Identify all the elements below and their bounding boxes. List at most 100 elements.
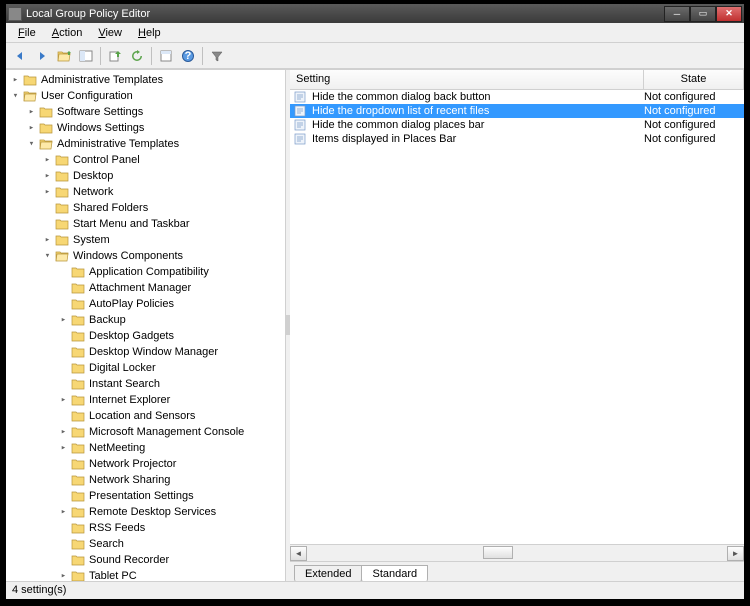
tree-admin-templates[interactable]: ▾ Administrative Templates [26,136,285,152]
menu-file[interactable]: File [10,25,44,41]
folder-icon [71,522,85,534]
tree-rds[interactable]: ▸Remote Desktop Services [58,504,285,520]
list-row[interactable]: Hide the common dialog places barNot con… [290,118,744,132]
list-row[interactable]: Items displayed in Places BarNot configu… [290,132,744,146]
maximize-button[interactable]: ▭ [690,6,716,22]
tree-start-menu[interactable]: ▸Start Menu and Taskbar [42,216,285,232]
tree-control-panel[interactable]: ▸Control Panel [42,152,285,168]
minimize-button[interactable]: ─ [664,6,690,22]
tree-shared-folders[interactable]: ▸Shared Folders [42,200,285,216]
list-row[interactable]: Hide the dropdown list of recent filesNo… [290,104,744,118]
tab-standard[interactable]: Standard [361,565,428,581]
tree-mmc[interactable]: ▸Microsoft Management Console [58,424,285,440]
col-header-setting[interactable]: Setting [290,70,644,89]
body: ▸Administrative Templates▾User Configura… [6,69,744,581]
tree-label: Network [73,186,113,198]
tree-search[interactable]: ▸Search [58,536,285,552]
expand-icon[interactable]: ▾ [26,139,37,150]
expand-icon[interactable]: ▾ [42,251,53,262]
folder-icon [71,474,85,486]
setting-state: Not configured [644,119,744,131]
tree-presentation[interactable]: ▸Presentation Settings [58,488,285,504]
tree-network[interactable]: ▸ Network [42,184,285,200]
expand-icon[interactable]: ▾ [10,91,21,102]
folder-icon [39,122,53,134]
tree-netmeeting[interactable]: ▸NetMeeting [58,440,285,456]
folder-icon [39,138,53,150]
titlebar[interactable]: Local Group Policy Editor ─ ▭ ✕ [6,4,744,23]
tree-autoplay[interactable]: ▸AutoPlay Policies [58,296,285,312]
scroll-right-button[interactable]: ► [727,546,744,561]
list-pane: Setting State Hide the common dialog bac… [290,70,744,581]
tree-label: Desktop [73,170,113,182]
tree-loc_sensors[interactable]: ▸Location and Sensors [58,408,285,424]
tree-app_compat[interactable]: ▸Application Compatibility [58,264,285,280]
list-body[interactable]: Hide the common dialog back buttonNot co… [290,90,744,544]
tree-label: Administrative Templates [57,138,179,150]
scroll-thumb[interactable] [483,546,513,559]
menu-action[interactable]: Action [44,25,91,41]
tree-backup[interactable]: ▸Backup [58,312,285,328]
tree-net_projector[interactable]: ▸Network Projector [58,456,285,472]
close-button[interactable]: ✕ [716,6,742,22]
expand-icon[interactable]: ▸ [58,427,69,438]
folder-icon [55,218,69,230]
list-row[interactable]: Hide the common dialog back buttonNot co… [290,90,744,104]
expand-icon[interactable]: ▸ [26,107,37,118]
up-button[interactable] [54,46,74,66]
forward-button[interactable] [32,46,52,66]
folder-icon [71,490,85,502]
expand-icon[interactable]: ▸ [58,443,69,454]
tree-dwm[interactable]: ▸Desktop Window Manager [58,344,285,360]
expand-icon[interactable]: ▸ [58,315,69,326]
tree-net_sharing[interactable]: ▸Network Sharing [58,472,285,488]
folder-icon [55,186,69,198]
expand-icon[interactable]: ▸ [26,123,37,134]
expand-icon[interactable]: ▸ [42,171,53,182]
expand-icon[interactable]: ▸ [42,235,53,246]
tree-windows-components[interactable]: ▾Windows Components [42,248,285,264]
tree-digital_locker[interactable]: ▸Digital Locker [58,360,285,376]
tree-label: Presentation Settings [89,490,194,502]
expand-icon[interactable]: ▸ [42,187,53,198]
tree-gadgets[interactable]: ▸Desktop Gadgets [58,328,285,344]
setting-state: Not configured [644,105,744,117]
expand-icon[interactable]: ▸ [58,571,69,582]
help-button[interactable]: ? [178,46,198,66]
tree-instant_search[interactable]: ▸Instant Search [58,376,285,392]
tree-label: Instant Search [89,378,160,390]
back-button[interactable] [10,46,30,66]
tab-extended[interactable]: Extended [294,565,362,581]
tree-software-settings[interactable]: ▸Software Settings [26,104,285,120]
menu-view[interactable]: View [90,25,130,41]
export-button[interactable] [105,46,125,66]
refresh-button[interactable] [127,46,147,66]
folder-icon [71,314,85,326]
horizontal-scrollbar[interactable]: ◄ ► [290,544,744,561]
tree-sound_rec[interactable]: ▸Sound Recorder [58,552,285,568]
toolbar-separator [100,47,101,65]
scroll-left-button[interactable]: ◄ [290,546,307,561]
tree-pane[interactable]: ▸Administrative Templates▾User Configura… [6,70,286,581]
expand-icon[interactable]: ▸ [58,395,69,406]
filter-button[interactable] [207,46,227,66]
menu-help[interactable]: Help [130,25,169,41]
menu-bar: File Action View Help [6,23,744,43]
tree-windows-settings[interactable]: ▸Windows Settings [26,120,285,136]
tree-ie[interactable]: ▸Internet Explorer [58,392,285,408]
show-hide-tree-button[interactable] [76,46,96,66]
scroll-track[interactable] [307,546,727,561]
tree-rss[interactable]: ▸RSS Feeds [58,520,285,536]
properties-button[interactable] [156,46,176,66]
tree-desktop[interactable]: ▸ Desktop [42,168,285,184]
tree-admin-templates-top[interactable]: ▸Administrative Templates [10,72,285,88]
expand-icon[interactable]: ▸ [10,75,21,86]
expand-icon[interactable]: ▸ [58,507,69,518]
tree-user-config[interactable]: ▾User Configuration [10,88,285,104]
col-header-state[interactable]: State [644,70,744,89]
expand-icon[interactable]: ▸ [42,155,53,166]
tree-tablet[interactable]: ▸Tablet PC [58,568,285,581]
tree-label: Start Menu and Taskbar [73,218,190,230]
tree-attach_mgr[interactable]: ▸Attachment Manager [58,280,285,296]
tree-system[interactable]: ▸System [42,232,285,248]
